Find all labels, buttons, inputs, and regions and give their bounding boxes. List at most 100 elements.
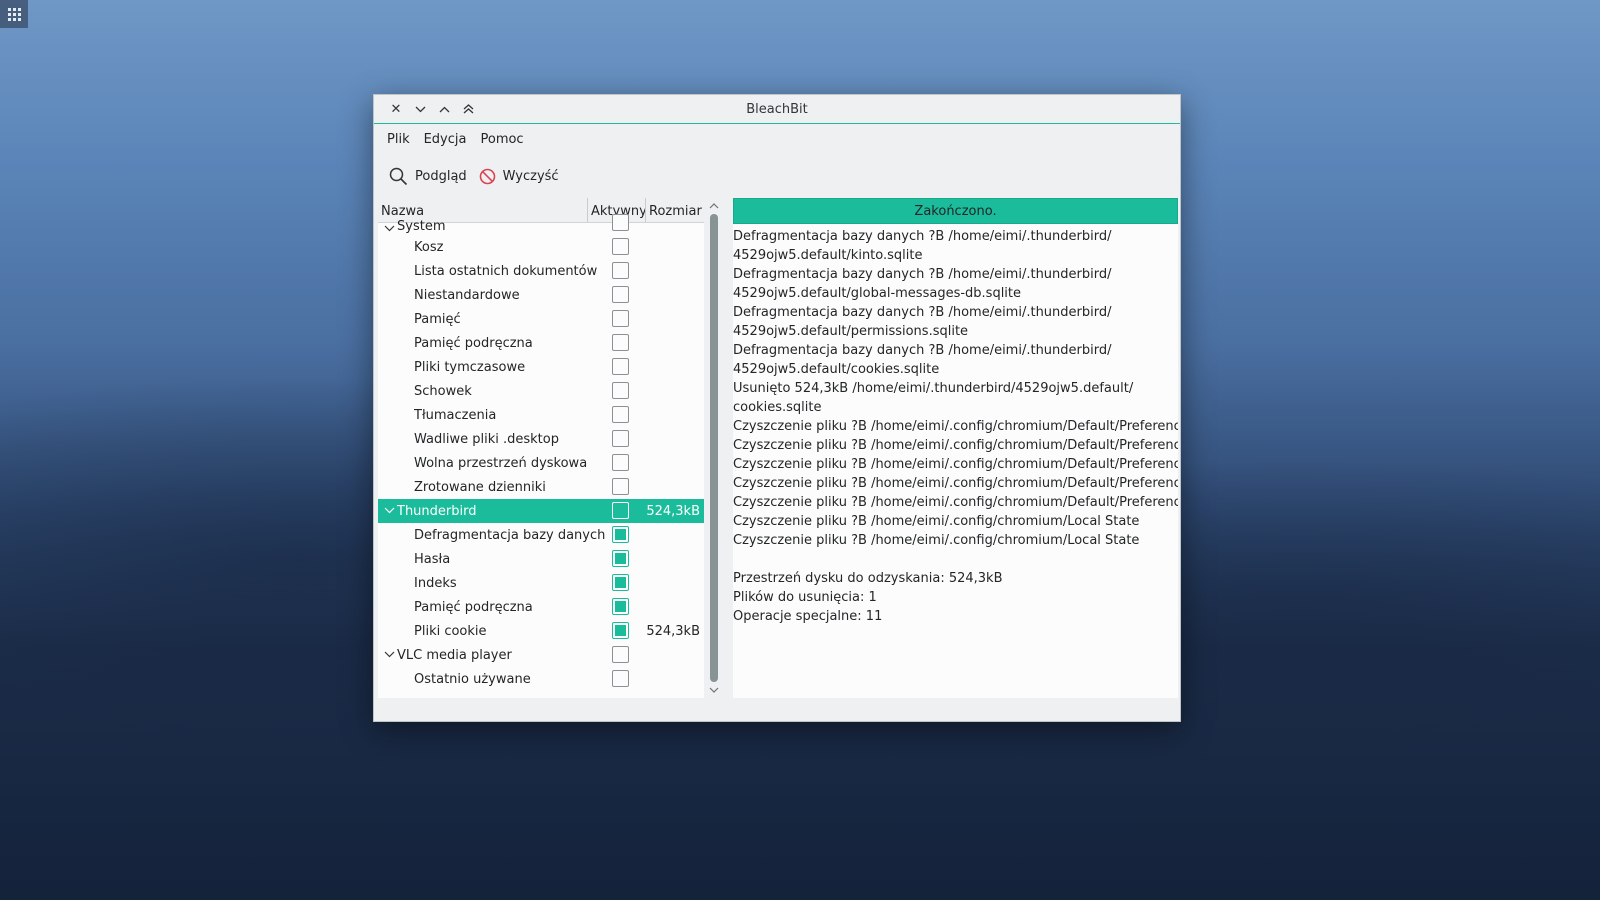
log-line: Operacje specjalne: 11 bbox=[733, 609, 883, 624]
log-line: cookies.sqlite bbox=[733, 400, 822, 415]
active-checkbox[interactable] bbox=[612, 286, 629, 303]
progress-status: Zakończono. bbox=[914, 203, 997, 219]
active-checkbox[interactable] bbox=[612, 478, 629, 495]
tree-row[interactable]: Zrotowane dzienniki bbox=[378, 475, 704, 499]
expand-chevron-icon[interactable] bbox=[382, 221, 396, 235]
log-output: Defragmentacja bazy danych ?B /home/eimi… bbox=[733, 224, 1178, 626]
active-checkbox[interactable] bbox=[612, 382, 629, 399]
tree-row-name: Schowek bbox=[414, 383, 472, 399]
tree-row-name: Zrotowane dzienniki bbox=[414, 479, 546, 495]
scroll-down-icon[interactable] bbox=[708, 685, 720, 695]
tree-row-name: Ostatnio używane bbox=[414, 671, 531, 687]
active-checkbox[interactable] bbox=[612, 622, 629, 639]
clean-button[interactable]: Wyczyść bbox=[479, 168, 559, 185]
active-checkbox[interactable] bbox=[612, 550, 629, 567]
tree-row[interactable]: Ostatnio używane bbox=[378, 667, 704, 691]
tree-row[interactable]: Thunderbird 524,3kB bbox=[378, 499, 704, 523]
active-checkbox[interactable] bbox=[612, 598, 629, 615]
active-checkbox[interactable] bbox=[612, 646, 629, 663]
preview-button[interactable]: Podgląd bbox=[389, 167, 467, 186]
column-header-size[interactable]: Rozmiar bbox=[646, 198, 704, 222]
log-line: Czyszczenie pliku ?B /home/eimi/.config/… bbox=[733, 495, 1178, 510]
preview-label: Podgląd bbox=[415, 168, 467, 184]
scroll-up-icon[interactable] bbox=[708, 201, 720, 211]
expand-chevron-icon[interactable] bbox=[382, 647, 396, 661]
toolbar: Podgląd Wyczyść bbox=[374, 155, 1180, 197]
tree-row-size: 524,3kB bbox=[646, 503, 700, 519]
log-line: Defragmentacja bazy danych ?B /home/eimi… bbox=[733, 229, 1112, 244]
tree-scrollbar[interactable] bbox=[704, 198, 724, 698]
tree-row-name: Defragmentacja bazy danych bbox=[414, 527, 606, 543]
tree-row-name: System bbox=[397, 219, 446, 234]
log-line: Czyszczenie pliku ?B /home/eimi/.config/… bbox=[733, 533, 1140, 548]
active-checkbox[interactable] bbox=[612, 454, 629, 471]
active-checkbox[interactable] bbox=[612, 502, 629, 519]
tree-row-name: Lista ostatnich dokumentów bbox=[414, 263, 598, 279]
tree-row-name: Pliki cookie bbox=[414, 623, 487, 639]
tree-row[interactable]: Kosz bbox=[378, 235, 704, 259]
tree-row[interactable]: Pliki tymczasowe bbox=[378, 355, 704, 379]
tree-row[interactable]: Pamięć podręczna bbox=[378, 595, 704, 619]
tree-row[interactable]: Tłumaczenia bbox=[378, 403, 704, 427]
active-checkbox[interactable] bbox=[612, 358, 629, 375]
tree-row[interactable]: Defragmentacja bazy danych bbox=[378, 523, 704, 547]
tree-row-name: Pamięć podręczna bbox=[414, 335, 533, 351]
tree-row-name: Wadliwe pliki .desktop bbox=[414, 431, 559, 447]
tree-row-name: Thunderbird bbox=[397, 503, 477, 519]
titlebar: ✕ BleachBit bbox=[374, 95, 1180, 124]
cleaner-tree[interactable]: Nazwa Aktywny Rozmiar System Kosz Lista os… bbox=[378, 198, 704, 698]
log-line: Plików do usunięcia: 1 bbox=[733, 590, 877, 605]
tree-row-name: Niestandardowe bbox=[414, 287, 520, 303]
active-checkbox[interactable] bbox=[612, 262, 629, 279]
active-checkbox[interactable] bbox=[612, 406, 629, 423]
tree-row[interactable]: Wolna przestrzeń dyskowa bbox=[378, 451, 704, 475]
menubar: Plik Edycja Pomoc bbox=[374, 124, 1180, 155]
log-line: Przestrzeń dysku do odzyskania: 524,3kB bbox=[733, 571, 1003, 586]
tree-row-name: Tłumaczenia bbox=[414, 407, 497, 423]
search-icon bbox=[389, 167, 408, 185]
tree-row[interactable]: Schowek bbox=[378, 379, 704, 403]
tree-row[interactable]: Hasła bbox=[378, 547, 704, 571]
progress-bar: Zakończono. bbox=[733, 198, 1178, 224]
log-line: Usunięto 524,3kB /home/eimi/.thunderbird… bbox=[733, 381, 1134, 396]
tree-row[interactable]: VLC media player bbox=[378, 643, 704, 667]
tree-row-name: Indeks bbox=[414, 575, 457, 591]
log-line: 4529ojw5.default/kinto.sqlite bbox=[733, 248, 923, 263]
active-checkbox[interactable] bbox=[612, 526, 629, 543]
log-line: Czyszczenie pliku ?B /home/eimi/.config/… bbox=[733, 438, 1178, 453]
log-line: Defragmentacja bazy danych ?B /home/eimi… bbox=[733, 305, 1112, 320]
active-checkbox[interactable] bbox=[612, 334, 629, 351]
active-checkbox[interactable] bbox=[612, 310, 629, 327]
menu-pomoc[interactable]: Pomoc bbox=[473, 128, 530, 151]
tree-row[interactable]: Pamięć bbox=[378, 307, 704, 331]
app-launcher-icon[interactable] bbox=[0, 0, 28, 28]
expand-chevron-icon[interactable] bbox=[382, 503, 396, 517]
scrollbar-track[interactable] bbox=[710, 214, 718, 682]
scrollbar-thumb[interactable] bbox=[710, 214, 718, 682]
tree-row[interactable]: Pliki cookie 524,3kB bbox=[378, 619, 704, 643]
active-checkbox[interactable] bbox=[612, 574, 629, 591]
tree-row[interactable]: Wadliwe pliki .desktop bbox=[378, 427, 704, 451]
tree-row-name: VLC media player bbox=[397, 647, 512, 663]
active-checkbox[interactable] bbox=[612, 214, 629, 231]
active-checkbox[interactable] bbox=[612, 238, 629, 255]
tree-row[interactable]: Indeks bbox=[378, 571, 704, 595]
bleachbit-window: ✕ BleachBit Plik Edycja Pomoc Podgląd Wy… bbox=[373, 94, 1181, 722]
tree-row[interactable]: System bbox=[378, 214, 704, 235]
log-line: 4529ojw5.default/permissions.sqlite bbox=[733, 324, 969, 339]
tree-row-name: Pliki tymczasowe bbox=[414, 359, 526, 375]
log-line: 4529ojw5.default/global-messages-db.sqli… bbox=[733, 286, 1022, 301]
tree-row[interactable]: Pamięć podręczna bbox=[378, 331, 704, 355]
tree-row[interactable]: Lista ostatnich dokumentów bbox=[378, 259, 704, 283]
log-line: Czyszczenie pliku ?B /home/eimi/.config/… bbox=[733, 419, 1178, 434]
tree-row[interactable]: Niestandardowe bbox=[378, 283, 704, 307]
active-checkbox[interactable] bbox=[612, 430, 629, 447]
menu-plik[interactable]: Plik bbox=[380, 128, 417, 151]
forbidden-icon bbox=[479, 168, 495, 184]
active-checkbox[interactable] bbox=[612, 670, 629, 687]
log-line: Czyszczenie pliku ?B /home/eimi/.config/… bbox=[733, 476, 1178, 491]
tree-row-name: Pamięć podręczna bbox=[414, 599, 533, 615]
tree-row-name: Pamięć bbox=[414, 311, 461, 327]
menu-edycja[interactable]: Edycja bbox=[417, 128, 474, 151]
